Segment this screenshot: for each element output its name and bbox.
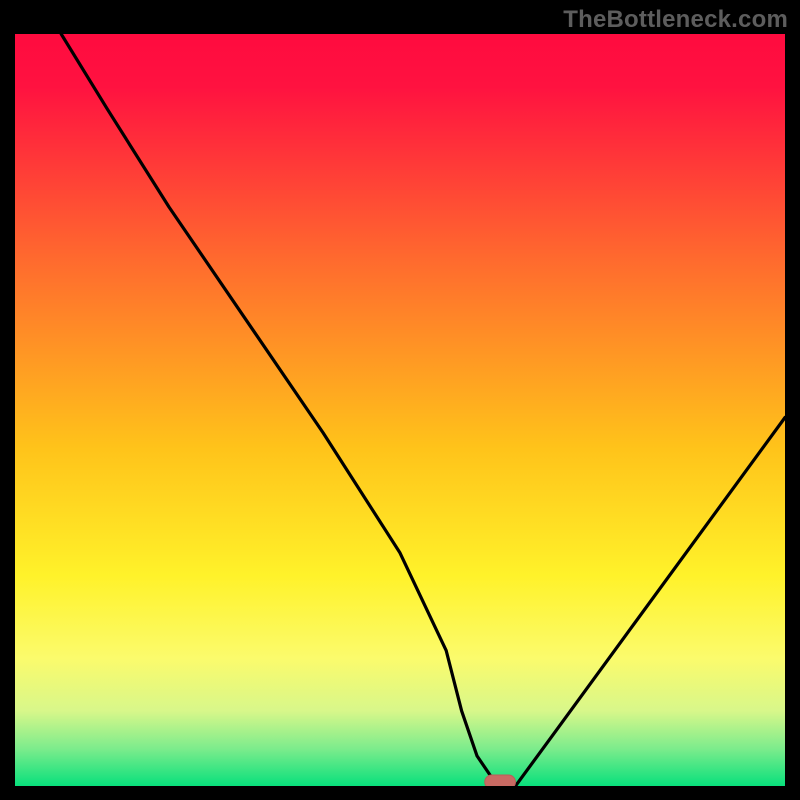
plot-svg xyxy=(15,34,785,786)
bottleneck-plot xyxy=(15,34,785,786)
chart-frame: TheBottleneck.com xyxy=(0,0,800,800)
sweet-spot-marker xyxy=(485,775,516,786)
site-watermark: TheBottleneck.com xyxy=(563,6,788,34)
